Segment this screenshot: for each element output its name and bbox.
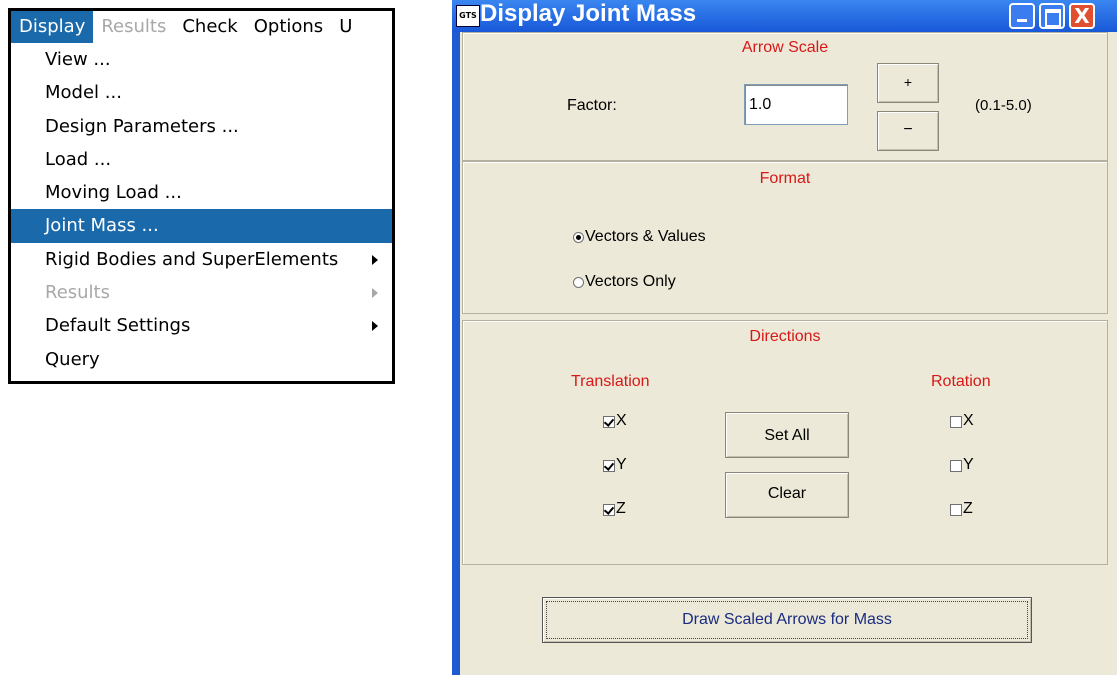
radio-button[interactable] (573, 232, 584, 243)
submenu-arrow-icon (372, 254, 378, 265)
menu-item-label: Rigid Bodies and SuperElements (45, 248, 339, 270)
translation-label: Translation (571, 373, 650, 390)
arrow-scale-title: Arrow Scale (741, 39, 829, 56)
menu-item-load[interactable]: Load ... (11, 143, 392, 176)
menu-item-moving-load[interactable]: Moving Load ... (11, 176, 392, 209)
increase-factor-button[interactable]: + (877, 63, 939, 103)
menu-item-label: Default Settings (45, 315, 191, 337)
checkbox-label: Y (616, 456, 627, 473)
app-icon: GTS (456, 5, 480, 27)
menu-item-results[interactable]: Results (11, 276, 392, 309)
rotation-label: Rotation (931, 373, 991, 390)
checkbox-label: X (616, 412, 627, 429)
checkbox[interactable] (603, 504, 615, 516)
checkbox[interactable] (950, 460, 962, 472)
arrow-scale-group: Arrow Scale Factor: + − (0.1-5.0) (462, 32, 1108, 161)
checkbox[interactable] (603, 460, 615, 472)
menubar-display[interactable]: Display (11, 11, 94, 43)
checkbox[interactable] (603, 416, 615, 428)
window-title: Display Joint Mass (480, 0, 697, 27)
menu-item-label: Joint Mass ... (45, 215, 159, 237)
menubar-results[interactable]: Results (93, 11, 174, 43)
clear-button[interactable]: Clear (725, 472, 849, 518)
display-menu-popup: Display Results Check Options U View ...… (8, 8, 395, 384)
factor-label: Factor: (567, 97, 617, 114)
menu-item-query[interactable]: Query (11, 343, 392, 376)
menu-item-label: Query (45, 348, 100, 370)
minimize-button[interactable] (1009, 3, 1035, 29)
checkbox[interactable] (950, 504, 962, 516)
radio-label: Vectors & Values (585, 228, 706, 245)
menu-item-label: Load ... (45, 148, 112, 170)
checkbox-label: X (963, 412, 974, 429)
title-bar[interactable]: GTS Display Joint Mass X (452, 0, 1117, 32)
display-joint-mass-window: GTS Display Joint Mass X Arrow Scale Fac… (452, 0, 1117, 675)
menu-item-rigid-bodies[interactable]: Rigid Bodies and SuperElements (11, 243, 392, 276)
menu-item-joint-mass[interactable]: Joint Mass ... (11, 209, 392, 243)
menubar-check[interactable]: Check (174, 11, 245, 43)
display-menu-list: View ... Model ... Design Parameters ...… (11, 43, 392, 376)
menu-item-default-settings[interactable]: Default Settings (11, 309, 392, 342)
checkbox-label: Y (963, 456, 974, 473)
decrease-factor-button[interactable]: − (877, 111, 939, 151)
format-group: Format Vectors & Values Vectors Only (462, 161, 1108, 314)
checkbox-label: Z (616, 500, 626, 517)
menu-item-model[interactable]: Model ... (11, 76, 392, 109)
directions-title: Directions (749, 328, 821, 345)
radio-label: Vectors Only (585, 273, 676, 290)
maximize-button[interactable] (1039, 3, 1065, 29)
submenu-arrow-icon (372, 288, 378, 299)
directions-group: Directions Translation Rotation X Y Z Se… (462, 320, 1108, 565)
menu-item-label: Model ... (45, 82, 122, 104)
radio-button[interactable] (573, 277, 584, 288)
menu-item-label: View ... (45, 49, 111, 70)
close-button[interactable]: X (1069, 3, 1095, 29)
menu-item-label: Design Parameters ... (45, 115, 239, 137)
set-all-button[interactable]: Set All (725, 412, 849, 458)
submenu-arrow-icon (372, 321, 378, 332)
menu-item-design-parameters[interactable]: Design Parameters ... (11, 110, 392, 143)
draw-scaled-arrows-button[interactable]: Draw Scaled Arrows for Mass (542, 597, 1032, 643)
checkbox-label: Z (963, 500, 973, 517)
factor-input[interactable] (744, 84, 848, 125)
menu-item-label: Results (45, 282, 110, 304)
menu-item-label: Moving Load ... (45, 182, 182, 204)
factor-range-label: (0.1-5.0) (975, 97, 1032, 114)
menu-item-view[interactable]: View ... (11, 43, 392, 76)
menu-bar: Display Results Check Options U (11, 11, 392, 43)
format-title: Format (759, 170, 811, 187)
menubar-options[interactable]: Options (246, 11, 331, 43)
menubar-u[interactable]: U (331, 11, 360, 43)
checkbox[interactable] (950, 416, 962, 428)
dialog-body: Arrow Scale Factor: + − (0.1-5.0) Format… (460, 32, 1117, 675)
